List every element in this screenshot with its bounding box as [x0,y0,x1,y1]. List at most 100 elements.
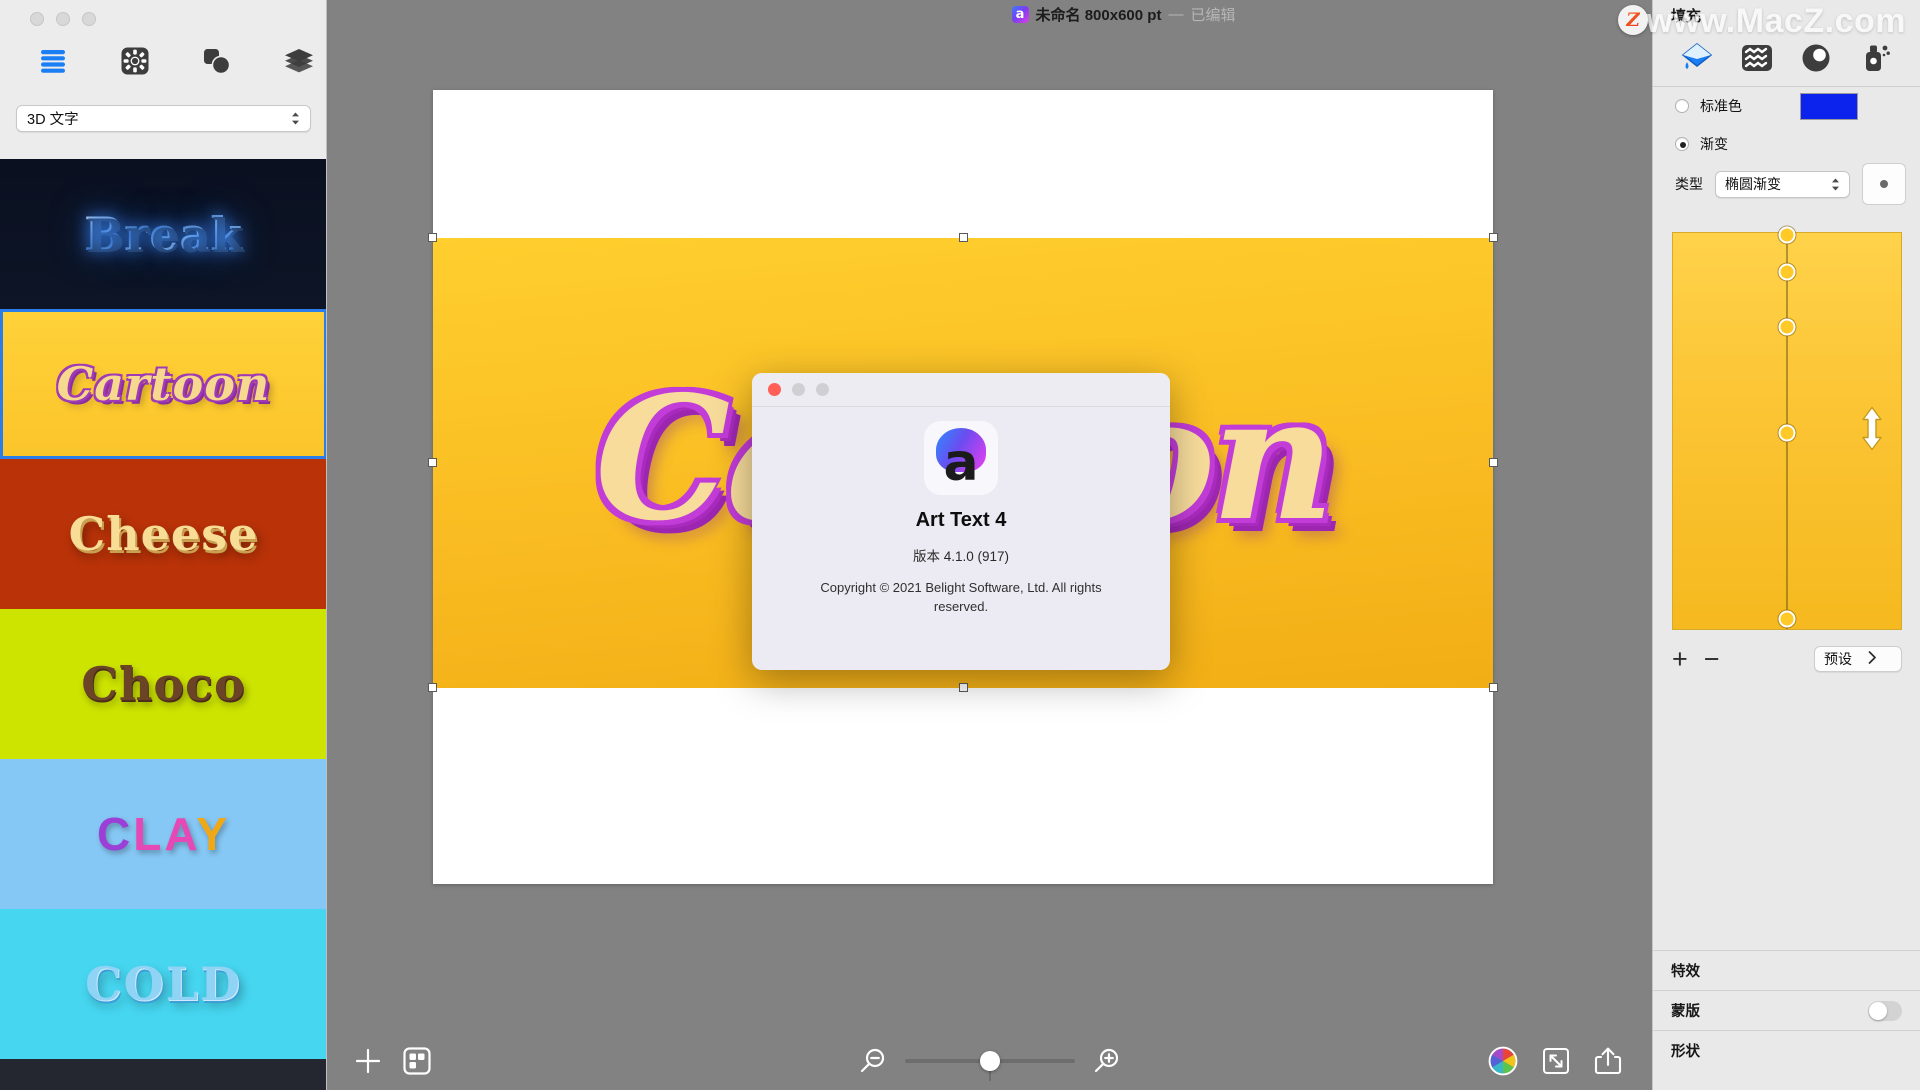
list-icon[interactable] [34,42,72,80]
zoom-slider-knob[interactable] [979,1051,1000,1071]
gradient-controls: + − 预设 [1672,642,1902,676]
art-text-app-icon [1011,6,1029,23]
window-traffic-lights [30,12,96,26]
arrow-updown-icon[interactable] [1859,406,1885,457]
right-inspector: 填充 标准色 渐变 类型 椭圆渐变 + − 预设 特效 蒙版 形状 [1652,0,1920,1090]
section-shape[interactable]: 形状 [1653,1030,1920,1070]
art-text-logo: a [924,421,998,495]
maczcom-badge: Z [1618,5,1648,35]
selection-handle-ml[interactable] [428,458,437,467]
selection-handle-tr[interactable] [1489,233,1498,242]
shading-icon[interactable] [1795,37,1837,79]
gradient-stop-4[interactable] [1778,424,1796,442]
about-copyright: Copyright © 2021 Belight Software, Ltd. … [820,580,1102,614]
preset-label: Choco [81,657,246,711]
gradient-type-label: 类型 [1675,176,1703,192]
gradient-stop-3[interactable] [1778,318,1796,336]
fill-icon[interactable] [1676,37,1718,79]
resize-icon[interactable] [1542,1047,1570,1075]
solid-color-option[interactable]: 标准色 [1653,87,1920,125]
chevron-updown-icon [291,112,300,125]
gradient-label: 渐变 [1700,136,1728,152]
about-maximize-button[interactable] [816,383,829,396]
chevron-updown-icon [1831,178,1840,191]
share-icon[interactable] [1594,1046,1622,1076]
section-mask[interactable]: 蒙版 [1653,990,1920,1030]
zoom-out-icon[interactable] [859,1047,887,1075]
color-wheel-icon[interactable] [1488,1046,1518,1076]
gradient-editor[interactable] [1672,226,1902,630]
preset-item-cartoon[interactable]: Cartoon [0,309,326,459]
inspector-sections: 特效 蒙版 形状 [1653,950,1920,1070]
gradient-stop-2[interactable] [1778,263,1796,281]
sidebar-toolbar [0,42,326,80]
zoom-in-icon[interactable] [1093,1047,1121,1075]
remove-gradient-stop-button[interactable]: − [1704,645,1720,673]
preset-label: COLD [85,957,242,1011]
gradient-presets-button[interactable]: 预设 [1814,646,1902,672]
category-select-value: 3D 文字 [27,112,79,128]
inspector-header: 填充 [1671,7,1702,25]
about-minimize-button[interactable] [792,383,805,396]
shapes-icon[interactable] [198,42,236,80]
grid-icon[interactable] [403,1047,431,1075]
logo-glyph: a [943,433,979,493]
gradient-stop-5[interactable] [1778,610,1796,628]
plus-icon[interactable] [355,1048,381,1074]
bottom-toolbar [327,1032,1652,1090]
maximize-button[interactable] [82,12,96,26]
gradient-type-select[interactable]: 椭圆渐变 [1715,170,1850,198]
mask-toggle[interactable] [1868,1000,1902,1021]
zoom-slider-tick [988,1070,991,1081]
preset-list[interactable]: Break Cartoon Cheese Choco CLAY COLD Dark [0,159,326,1090]
selection-handle-br[interactable] [1489,683,1498,692]
gradient-stop-1[interactable] [1778,226,1796,244]
preset-item-clay[interactable]: CLAY [0,759,326,909]
about-version: 版本 4.1.0 (917) [912,549,1010,564]
close-button[interactable] [30,12,44,26]
category-select[interactable]: 3D 文字 [16,105,311,132]
title-dash: — [1168,6,1184,23]
title-edited-badge: 已编辑 [1190,7,1236,24]
left-sidebar: 3D 文字 Break Cartoon Cheese Choco CLAY COLD Dar… [0,0,327,1090]
about-close-button[interactable] [768,383,781,396]
window-title: 未命名 800x600 pt [1035,7,1162,24]
preset-item-dark[interactable]: Dark [0,1059,326,1090]
section-mask-label: 蒙版 [1671,1004,1700,1020]
texture-icon[interactable] [1736,37,1778,79]
inspector-tabs [1653,30,1920,86]
solid-color-radio[interactable] [1675,99,1689,113]
solid-color-label: 标准色 [1700,98,1742,114]
gradient-radio[interactable] [1675,137,1689,151]
add-gradient-stop-button[interactable]: + [1672,645,1688,673]
gradient-type-value: 椭圆渐变 [1725,176,1781,192]
selection-handle-bc[interactable] [959,683,968,692]
selection-handle-tc[interactable] [959,233,968,242]
minimize-button[interactable] [56,12,70,26]
preset-item-break[interactable]: Break [0,159,326,309]
layers-icon[interactable] [280,42,318,80]
preset-label: Cheese [68,507,259,561]
gradient-type-row: 类型 椭圆渐变 [1653,163,1920,205]
gradient-option[interactable]: 渐变 [1653,125,1920,163]
selection-handle-bl[interactable] [428,683,437,692]
gradient-presets-label: 预设 [1824,651,1852,667]
preset-item-cheese[interactable]: Cheese [0,459,326,609]
preset-label: Break [83,207,244,261]
section-effects[interactable]: 特效 [1653,950,1920,990]
maczcom-badge-letter: Z [1626,9,1640,31]
zoom-slider[interactable] [904,1051,1075,1081]
about-dialog[interactable]: a Art Text 4 版本 4.1.0 (917) Copyright © … [752,373,1170,670]
preset-item-choco[interactable]: Choco [0,609,326,759]
preset-label: Cartoon [56,357,271,411]
preset-label: CLAY [96,808,231,860]
selection-handle-tl[interactable] [428,233,437,242]
about-dialog-body: a Art Text 4 版本 4.1.0 (917) Copyright © … [752,407,1170,617]
color-swatch[interactable] [1800,92,1858,120]
selection-handle-mr[interactable] [1489,458,1498,467]
spray-icon[interactable] [1855,37,1897,79]
preset-item-cold[interactable]: COLD [0,909,326,1059]
gradient-center-icon[interactable] [1862,163,1906,205]
gear-icon[interactable] [116,42,154,80]
about-dialog-titlebar [752,373,1170,407]
